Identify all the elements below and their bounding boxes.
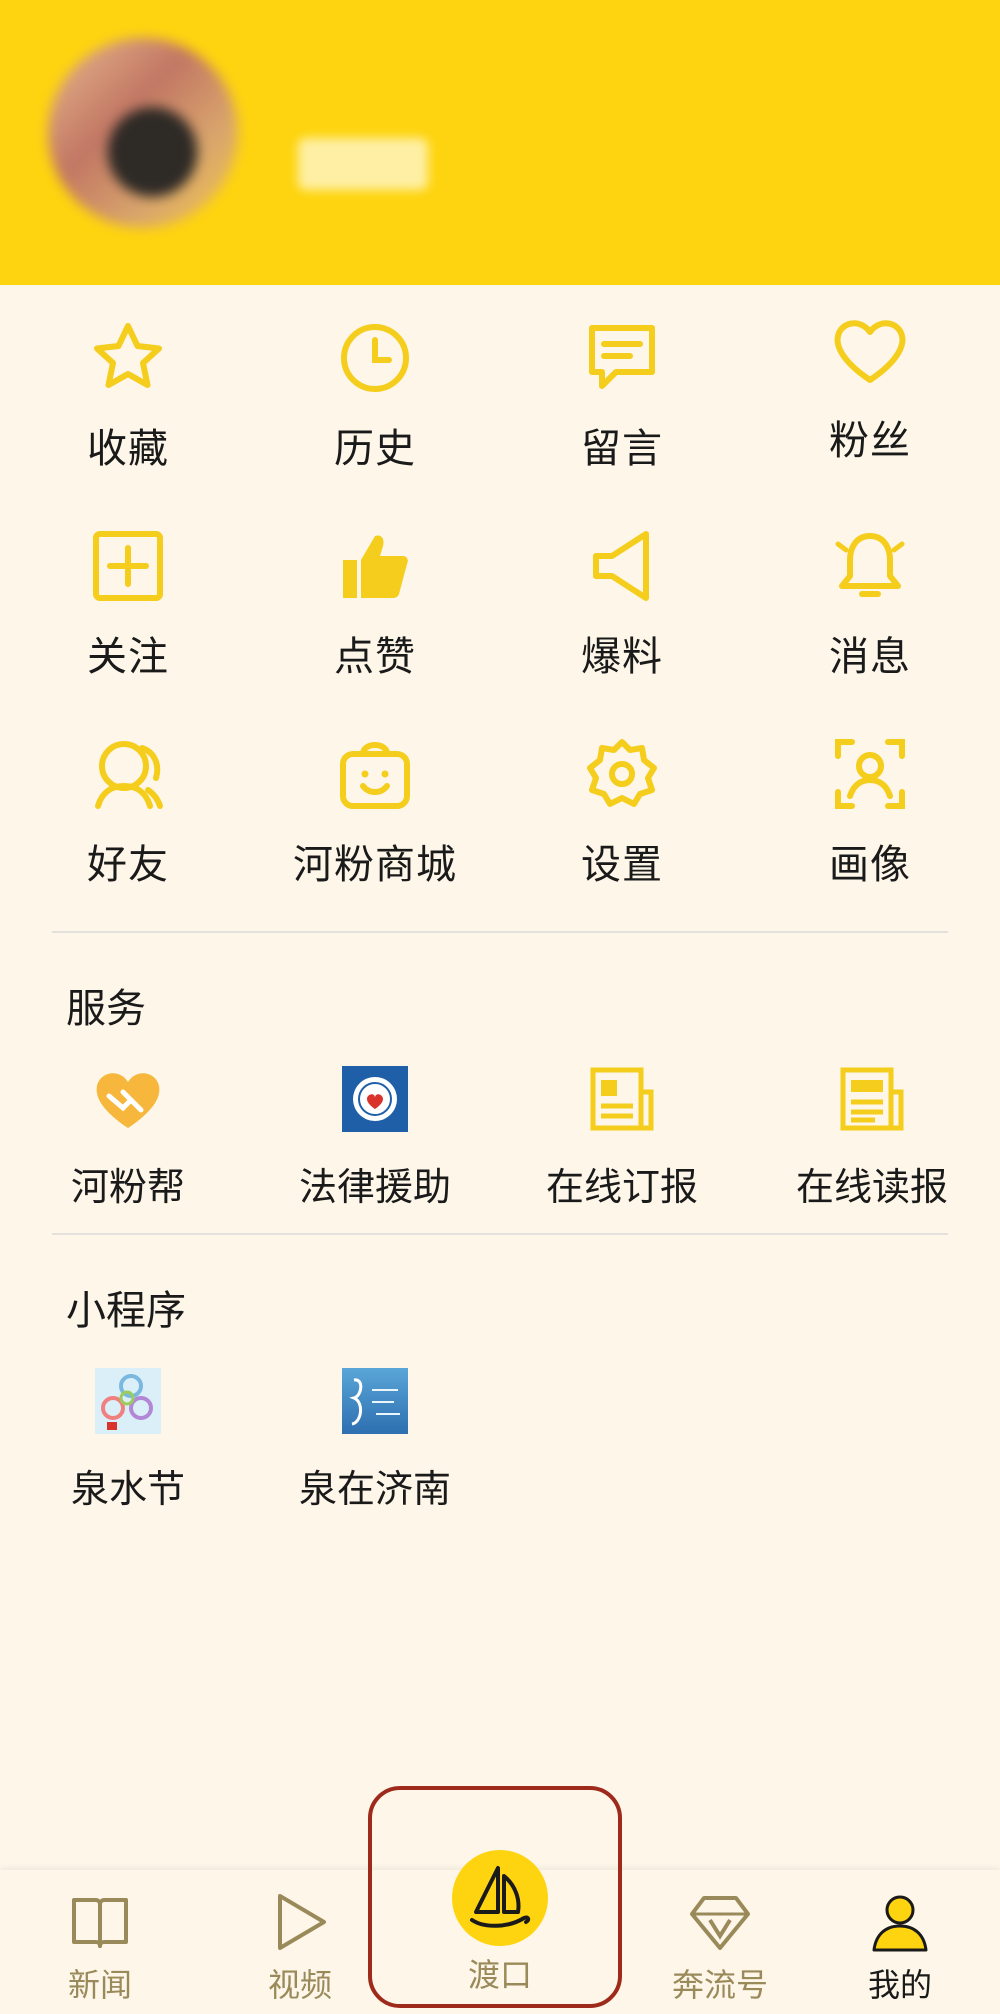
tab-label: 我的 [867,1966,932,2004]
hefen-help-button[interactable]: 河粉帮 [8,1064,248,1211]
book-icon [72,1898,128,1948]
megaphone-icon [593,531,649,601]
grid-label: 历史 [334,426,416,472]
level-badge-blurred [298,138,428,190]
grid-label: 好友 [87,842,169,888]
tab-benliuhao[interactable]: 奔流号 [640,1890,800,2006]
plus-square-icon [93,531,163,601]
grid-label: 粉丝 [829,418,911,464]
grid-label: 画像 [829,842,911,888]
divider [52,1233,948,1235]
tab-label: 奔流号 [671,1966,768,2004]
user-icon [872,1895,928,1952]
tab-mine[interactable]: 我的 [820,1890,980,2006]
spring-festival-icon [95,1368,161,1434]
profile-header [0,0,1000,285]
newspaper-subscribe-icon [590,1067,654,1131]
grid-label: 收藏 [87,426,169,472]
message-icon [589,325,655,389]
clock-icon [341,324,409,392]
quan-zai-jinan-icon [342,1368,408,1434]
subscribe-newspaper-button[interactable]: 在线订报 [502,1064,742,1211]
star-icon [94,323,162,388]
legal-aid-button[interactable]: 法律援助 [255,1064,495,1211]
read-newspaper-button[interactable]: 在线读报 [752,1064,992,1211]
spring-festival-button[interactable]: 泉水节 [8,1366,248,1513]
service-label: 法律援助 [298,1165,451,1209]
miniprogram-label: 泉水节 [70,1467,185,1511]
grid-label: 设置 [581,842,663,888]
grid-label: 河粉商城 [293,842,457,888]
likes-button[interactable]: 点赞 [275,526,475,682]
newspaper-read-icon [840,1067,904,1131]
tab-news[interactable]: 新闻 [20,1890,180,2006]
grid-label: 消息 [829,634,911,680]
portrait-icon [835,739,905,809]
heart-icon [834,320,906,383]
bell-icon [835,533,905,597]
shopping-bag-icon [340,742,410,809]
follow-button[interactable]: 关注 [28,526,228,682]
miniprograms-title: 小程序 [66,1288,186,1334]
miniprogram-label: 泉在济南 [298,1467,451,1511]
play-icon [278,1894,326,1950]
settings-button[interactable]: 设置 [522,734,722,890]
username-blurred [300,55,450,105]
tab-label: 新闻 [67,1966,132,2004]
gear-icon [587,739,657,807]
notifications-button[interactable]: 消息 [770,526,970,682]
tab-label: 视频 [267,1966,332,2004]
grid-label: 留言 [581,426,663,472]
service-label: 在线读报 [795,1165,948,1209]
quan-zai-jinan-button[interactable]: 泉在济南 [255,1366,495,1513]
legal-aid-icon [342,1066,408,1132]
handshake-heart-icon [96,1073,160,1128]
tip-off-button[interactable]: 爆料 [522,526,722,682]
diamond-v-icon [690,1896,750,1950]
shop-button[interactable]: 河粉商城 [275,734,475,890]
grid-label: 点赞 [334,634,416,680]
grid-label: 爆料 [581,634,663,680]
service-label: 河粉帮 [70,1165,185,1209]
grid-label: 关注 [87,634,169,680]
history-button[interactable]: 历史 [275,318,475,474]
tab-video[interactable]: 视频 [220,1890,380,2006]
service-label: 在线订报 [545,1165,698,1209]
friends-icon [95,741,163,809]
portrait-button[interactable]: 画像 [770,734,970,890]
avatar[interactable] [48,38,238,228]
thumbs-up-icon [343,535,408,598]
comments-button[interactable]: 留言 [522,318,722,474]
divider [52,931,948,933]
favorites-button[interactable]: 收藏 [28,318,228,474]
fans-button[interactable]: 粉丝 [770,310,970,466]
services-title: 服务 [66,986,146,1032]
highlight-box [368,1786,622,2008]
friends-button[interactable]: 好友 [28,734,228,890]
